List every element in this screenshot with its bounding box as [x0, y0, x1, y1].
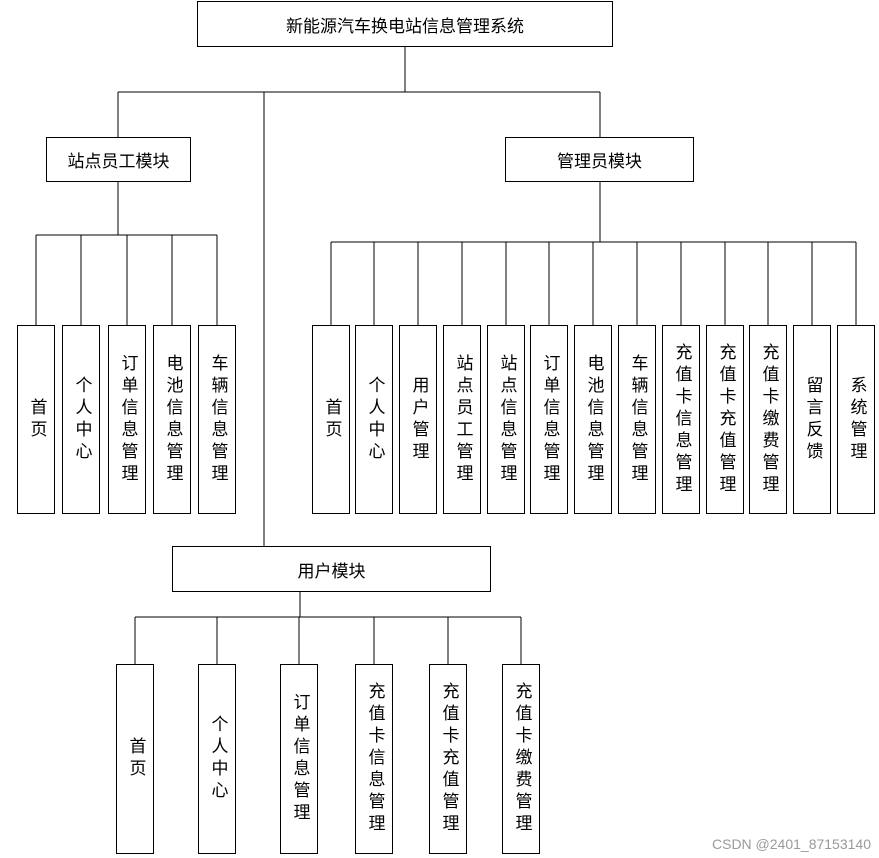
- user-leaf-label: 个人中心: [207, 715, 228, 803]
- root-label: 新能源汽车换电站信息管理系统: [286, 16, 524, 37]
- admin-leaf-label: 留言反馈: [802, 375, 823, 464]
- user-leaf-node: 充值卡信息管理: [355, 664, 393, 854]
- admin-leaf-label: 系统管理: [846, 375, 867, 464]
- staff-leaf-node: 个人中心: [62, 325, 100, 514]
- watermark: CSDN @2401_87153140: [712, 836, 871, 852]
- admin-leaf-node: 充值卡充值管理: [706, 325, 744, 514]
- admin-leaf-node: 个人中心: [355, 325, 393, 514]
- user-leaf-label: 首页: [125, 737, 146, 781]
- user-leaf-label: 充值卡信息管理: [364, 682, 385, 836]
- user-leaf-node: 订单信息管理: [280, 664, 318, 854]
- admin-leaf-label: 车辆信息管理: [627, 353, 648, 486]
- user-leaf-node: 首页: [116, 664, 154, 854]
- admin-leaf-label: 个人中心: [364, 375, 385, 464]
- admin-leaf-node: 留言反馈: [793, 325, 831, 514]
- staff-leaf-node: 首页: [17, 325, 55, 514]
- user-module-label: 用户模块: [297, 561, 366, 582]
- staff-leaf-label: 电池信息管理: [162, 353, 183, 486]
- user-leaf-node: 个人中心: [198, 664, 236, 854]
- user-leaf-label: 订单信息管理: [289, 693, 310, 825]
- staff-leaf-node: 订单信息管理: [108, 325, 146, 514]
- admin-leaf-node: 站点员工管理: [443, 325, 481, 514]
- admin-module-label: 管理员模块: [557, 152, 642, 172]
- admin-leaf-node: 站点信息管理: [487, 325, 525, 514]
- admin-leaf-label: 首页: [321, 397, 342, 442]
- staff-leaf-label: 车辆信息管理: [207, 353, 228, 486]
- admin-leaf-label: 电池信息管理: [583, 353, 604, 486]
- admin-leaf-node: 用户管理: [399, 325, 437, 514]
- admin-leaf-label: 站点员工管理: [452, 353, 473, 486]
- admin-leaf-label: 用户管理: [408, 375, 429, 464]
- user-leaf-label: 充值卡充值管理: [438, 682, 459, 836]
- admin-leaf-node: 电池信息管理: [574, 325, 612, 514]
- admin-leaf-label: 充值卡信息管理: [671, 342, 692, 497]
- staff-leaf-node: 车辆信息管理: [198, 325, 236, 514]
- admin-leaf-node: 车辆信息管理: [618, 325, 656, 514]
- admin-leaf-node: 充值卡信息管理: [662, 325, 700, 514]
- admin-leaf-node: 系统管理: [837, 325, 875, 514]
- admin-leaf-label: 充值卡缴费管理: [758, 342, 779, 497]
- staff-leaf-node: 电池信息管理: [153, 325, 191, 514]
- staff-leaf-label: 个人中心: [71, 375, 92, 464]
- staff-leaf-label: 订单信息管理: [117, 353, 138, 486]
- staff-module-node: 站点员工模块: [46, 137, 191, 182]
- staff-leaf-label: 首页: [26, 397, 47, 442]
- admin-leaf-label: 站点信息管理: [496, 353, 517, 486]
- admin-leaf-node: 首页: [312, 325, 350, 514]
- admin-leaf-label: 订单信息管理: [539, 353, 560, 486]
- user-leaf-node: 充值卡缴费管理: [502, 664, 540, 854]
- root-node: 新能源汽车换电站信息管理系统: [197, 1, 613, 47]
- staff-module-label: 站点员工模块: [67, 152, 170, 172]
- user-leaf-node: 充值卡充值管理: [429, 664, 467, 854]
- admin-leaf-node: 订单信息管理: [530, 325, 568, 514]
- admin-leaf-label: 充值卡充值管理: [715, 342, 736, 497]
- user-leaf-label: 充值卡缴费管理: [511, 682, 532, 836]
- user-module-node: 用户模块: [172, 546, 491, 592]
- admin-leaf-node: 充值卡缴费管理: [749, 325, 787, 514]
- admin-module-node: 管理员模块: [505, 137, 694, 182]
